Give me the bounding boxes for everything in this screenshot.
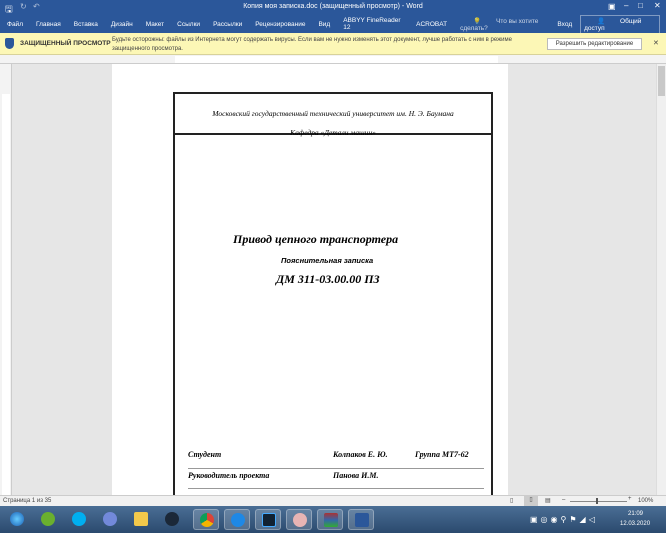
window-title: Копия моя записка.doc (защищенный просмо…: [243, 3, 423, 10]
tab-view[interactable]: Вид: [318, 21, 330, 28]
tab-design[interactable]: Дизайн: [111, 21, 133, 28]
taskbar-utorrent[interactable]: [35, 509, 61, 530]
page-count[interactable]: Страница 1 из 35: [3, 498, 51, 504]
header-box: Московский государственный технический у…: [175, 94, 491, 137]
taskbar-discord[interactable]: [97, 509, 123, 530]
utorrent-icon: [41, 512, 55, 526]
close-bar-icon[interactable]: ✕: [653, 39, 659, 47]
taskbar-explorer[interactable]: [128, 509, 154, 530]
winrar-icon: [324, 513, 338, 527]
taskbar: ▣◎◉⚲⚑◢◁ 21:09 12.03.2020: [0, 506, 666, 533]
doc-code: ДМ 311-03.00.00 ПЗ: [276, 272, 380, 286]
app-icon: [262, 513, 276, 527]
person-icon: 👤: [597, 17, 606, 25]
tab-references[interactable]: Ссылки: [177, 21, 200, 28]
tab-abbyy[interactable]: ABBYY FineReader 12: [343, 17, 403, 31]
tab-home[interactable]: Главная: [36, 21, 61, 28]
divider: [188, 488, 484, 489]
taskbar-heart-app[interactable]: [224, 509, 250, 530]
print-layout-icon[interactable]: ▯: [524, 496, 538, 506]
clock-time[interactable]: 21:09: [628, 511, 643, 517]
heart-icon: [231, 513, 245, 527]
windows-icon: [10, 512, 24, 526]
student-name: Колпаков Е. Ю.: [333, 450, 388, 459]
shield-icon: [5, 38, 14, 49]
page-frame: Московский государственный технический у…: [173, 92, 493, 502]
title-bar: 🖫 ↻ ↶ Копия моя записка.doc (защищенный …: [0, 0, 666, 15]
divider: [188, 468, 484, 469]
doc-title: Привод цепного транспортера: [233, 232, 399, 246]
tab-acrobat[interactable]: ACROBAT: [416, 21, 447, 28]
vertical-ruler[interactable]: [0, 64, 12, 495]
ribbon-tabs: Файл Главная Вставка Дизайн Макет Ссылки…: [0, 14, 666, 34]
department-name: Кафедра «Детали машин»: [290, 128, 376, 137]
taskbar-steam[interactable]: [159, 509, 185, 530]
folder-icon: [134, 512, 148, 526]
enable-editing-button[interactable]: Разрешить редактирование: [547, 38, 642, 50]
tab-file[interactable]: Файл: [7, 21, 23, 28]
minimize-button[interactable]: –: [624, 1, 628, 10]
horizontal-ruler[interactable]: [0, 55, 666, 64]
taskbar-skype[interactable]: [66, 509, 92, 530]
skype-icon: [72, 512, 86, 526]
word-icon: [355, 513, 369, 527]
taskbar-word[interactable]: [348, 509, 374, 530]
zoom-level[interactable]: 100%: [638, 498, 653, 504]
taskbar-winrar[interactable]: [317, 509, 343, 530]
tell-me-input[interactable]: 💡 Что вы хотите сделать?: [460, 17, 557, 32]
zoom-slider-thumb[interactable]: [596, 498, 598, 504]
start-button[interactable]: [4, 509, 30, 530]
web-layout-icon[interactable]: ▤: [545, 497, 551, 504]
student-group: Группа МТ7-62: [415, 450, 469, 459]
supervisor-label: Руководитель проекта: [188, 471, 270, 480]
scrollbar-thumb[interactable]: [658, 66, 665, 96]
protected-title: ЗАЩИЩЕННЫЙ ПРОСМОТР: [20, 40, 111, 47]
university-name: Московский государственный технический у…: [212, 109, 454, 118]
zoom-slider[interactable]: [570, 501, 627, 502]
scissors-icon: [293, 513, 307, 527]
zoom-out-button[interactable]: –: [562, 497, 565, 503]
protected-view-bar: ЗАЩИЩЕННЫЙ ПРОСМОТР Будьте осторожны: фа…: [0, 33, 666, 55]
protected-message: Будьте осторожны: файлы из Интернета мог…: [112, 37, 512, 52]
read-mode-icon[interactable]: ▯: [510, 497, 513, 504]
taskbar-chrome[interactable]: [193, 509, 219, 530]
share-button[interactable]: 👤 Общий доступ: [580, 14, 660, 34]
doc-subtitle: Пояснительная записка: [281, 256, 374, 265]
tab-layout[interactable]: Макет: [146, 21, 164, 28]
tab-review[interactable]: Рецензирование: [255, 21, 305, 28]
lightbulb-icon: 💡: [473, 17, 482, 25]
tab-insert[interactable]: Вставка: [74, 21, 98, 28]
maximize-button[interactable]: □: [638, 1, 643, 10]
status-bar: Страница 1 из 35 ▯ ▯ ▤ – + 100%: [0, 495, 666, 506]
signin-link[interactable]: Вход: [557, 21, 572, 28]
chrome-icon: [200, 513, 214, 527]
zoom-in-button[interactable]: +: [628, 496, 632, 502]
close-button[interactable]: ✕: [654, 1, 661, 10]
vertical-scrollbar[interactable]: [656, 64, 666, 495]
tab-mailings[interactable]: Рассылки: [213, 21, 242, 28]
taskbar-snipping[interactable]: [286, 509, 312, 530]
supervisor-name: Панова И.М.: [333, 471, 379, 480]
taskbar-app[interactable]: [255, 509, 281, 530]
ribbon-options-icon[interactable]: ▣: [608, 2, 616, 11]
clock-date[interactable]: 12.03.2020: [620, 521, 650, 527]
student-label: Студент: [188, 450, 222, 459]
discord-icon: [103, 512, 117, 526]
tray-icons[interactable]: ▣◎◉⚲⚑◢◁: [530, 515, 598, 524]
steam-icon: [165, 512, 179, 526]
